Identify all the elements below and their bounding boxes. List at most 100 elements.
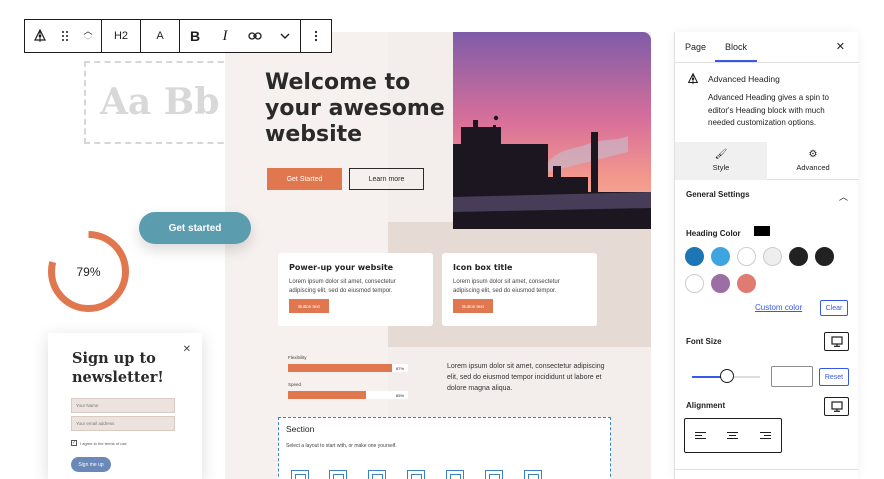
card-button[interactable]: Button text	[289, 299, 329, 313]
gear-icon: ⚙	[808, 149, 818, 160]
progress-fill-speed	[288, 391, 366, 399]
toolbar-group-text: A	[141, 20, 180, 52]
progress-fill-flexibility	[288, 364, 393, 372]
color-swatch[interactable]	[815, 247, 834, 266]
more-vertical-icon[interactable]	[301, 20, 331, 52]
chevron-down-icon[interactable]	[270, 20, 300, 52]
hero-title[interactable]: Welcome to your awesome website	[265, 70, 465, 148]
brush-icon: 🖌	[714, 149, 728, 160]
close-icon[interactable]: ✕	[183, 344, 191, 355]
color-swatch[interactable]	[737, 274, 756, 293]
bold-button[interactable]: B	[180, 20, 210, 52]
layout-option-icon[interactable]	[446, 470, 464, 479]
heading-level-button[interactable]: H2	[102, 20, 140, 52]
tab-page[interactable]: Page	[685, 42, 706, 52]
move-up-down-control[interactable]: ︿ ﹀	[75, 20, 101, 52]
tab-style[interactable]: 🖌 Style	[675, 142, 767, 180]
hero-image[interactable]	[453, 32, 651, 229]
progress-ring: 79%	[47, 230, 130, 313]
layout-option-icon[interactable]	[368, 470, 386, 479]
sidebar-divider	[675, 469, 859, 470]
color-swatch[interactable]	[711, 247, 730, 266]
tab-advanced[interactable]: ⚙ Advanced	[767, 142, 859, 180]
progress-track-flexibility	[288, 364, 408, 372]
section-subtitle: Select a layout to start with, or make o…	[286, 443, 397, 449]
general-settings-panel[interactable]: General Settings ︿	[686, 190, 848, 202]
reset-button[interactable]: Reset	[819, 368, 849, 386]
card-text: Lorem ipsum dolor sit amet, consectetur …	[453, 279, 560, 294]
tab-block[interactable]: Block	[714, 42, 758, 62]
layout-option-icon[interactable]	[407, 470, 425, 479]
clear-button[interactable]: Clear	[820, 300, 848, 316]
layout-option-icon[interactable]	[524, 470, 542, 479]
alignment-label: Alignment	[686, 401, 726, 410]
toolbar-group-block: ︿ ﹀	[25, 20, 102, 52]
color-swatch[interactable]	[763, 247, 782, 266]
card-text: Lorem ipsum dolor sit amet, consectetur …	[289, 279, 396, 294]
color-swatch[interactable]	[737, 247, 756, 266]
sidebar-tabs: Page Block ✕	[675, 32, 859, 63]
font-size-input[interactable]	[771, 366, 813, 387]
get-started-button[interactable]: Get Started	[267, 168, 342, 190]
name-field[interactable]: Your Name	[71, 398, 175, 413]
advanced-heading-block-icon[interactable]	[25, 20, 55, 52]
toolbar-group-options	[301, 20, 331, 52]
progress-ring-label: 79%	[76, 264, 101, 279]
newsletter-title: Sign up to newsletter!	[72, 350, 164, 386]
terms-label: I agree to the terms of use	[80, 440, 127, 446]
color-swatch[interactable]	[789, 247, 808, 266]
layout-option-icon[interactable]	[485, 470, 503, 479]
heading-placeholder[interactable]: Aa Bb C	[84, 61, 234, 144]
layout-option-icon[interactable]	[329, 470, 347, 479]
alignment-control	[684, 418, 782, 453]
terms-checkbox[interactable]: ✓ I agree to the terms of use	[71, 440, 127, 446]
align-center-icon[interactable]	[720, 419, 745, 452]
move-up-icon[interactable]: ︿	[83, 26, 92, 36]
heading-color-label: Heading Color	[686, 229, 741, 238]
move-down-icon[interactable]: ﹀	[83, 36, 92, 46]
progress-track-speed	[288, 391, 408, 399]
tab-style-label: Style	[712, 163, 730, 172]
body-paragraph[interactable]: Lorem ipsum dolor sit amet, consectetur …	[447, 361, 607, 394]
layout-option-icon[interactable]	[291, 470, 309, 479]
close-icon[interactable]: ✕	[836, 40, 845, 53]
tab-advanced-label: Advanced	[796, 163, 830, 172]
link-icon[interactable]	[240, 20, 270, 52]
feature-card: Power-up your website Lorem ipsum dolor …	[278, 253, 433, 326]
progress-value-speed: 65%	[396, 393, 405, 398]
desktop-device-icon[interactable]	[824, 332, 849, 351]
drag-handle-icon[interactable]	[55, 20, 75, 52]
sign-me-up-button[interactable]: Sign me up	[71, 457, 111, 472]
text-align-button[interactable]: A	[141, 20, 179, 52]
heading-color-swatch[interactable]	[754, 226, 770, 236]
color-swatch[interactable]	[711, 274, 730, 293]
icon-box-card: Icon box title Lorem ipsum dolor sit ame…	[442, 253, 597, 326]
toolbar-group-level: H2	[102, 20, 141, 52]
get-started-pill-button[interactable]: Get started	[139, 212, 251, 244]
page-canvas: Welcome to your awesome website Get Star…	[225, 32, 651, 479]
block-description: Advanced Heading gives a spin to editor'…	[708, 93, 829, 127]
italic-button[interactable]: I	[210, 20, 240, 52]
section-title: Section	[286, 424, 315, 434]
color-swatch[interactable]	[685, 274, 704, 293]
align-right-icon[interactable]	[746, 419, 781, 452]
placeholder-text: Aa Bb C	[100, 81, 232, 123]
color-swatch[interactable]	[685, 247, 704, 266]
progress-label-speed: Speed	[288, 382, 302, 387]
learn-more-button[interactable]: Learn more	[349, 168, 424, 190]
card-button[interactable]: Button text	[453, 299, 493, 313]
checkbox-icon[interactable]: ✓	[71, 440, 77, 446]
chevron-up-icon[interactable]: ︿	[839, 190, 848, 203]
section-block[interactable]: Section Select a layout to start with, o…	[278, 417, 611, 479]
toolbar-group-format: B I	[180, 20, 301, 52]
font-size-label: Font Size	[686, 337, 722, 346]
settings-sidebar: Page Block ✕ Advanced Heading Advanced H…	[674, 32, 859, 479]
custom-color-link[interactable]: Custom color	[755, 303, 802, 312]
email-field[interactable]: Your email address	[71, 416, 175, 431]
font-size-slider-thumb[interactable]	[720, 369, 734, 383]
progress-value-flexibility: 87%	[396, 366, 405, 371]
desktop-device-icon[interactable]	[824, 397, 849, 416]
editor-stage: Aa Bb C ︿﹀ H2 A B I	[0, 0, 884, 479]
general-settings-title: General Settings	[686, 190, 750, 199]
align-left-icon[interactable]	[685, 419, 720, 452]
